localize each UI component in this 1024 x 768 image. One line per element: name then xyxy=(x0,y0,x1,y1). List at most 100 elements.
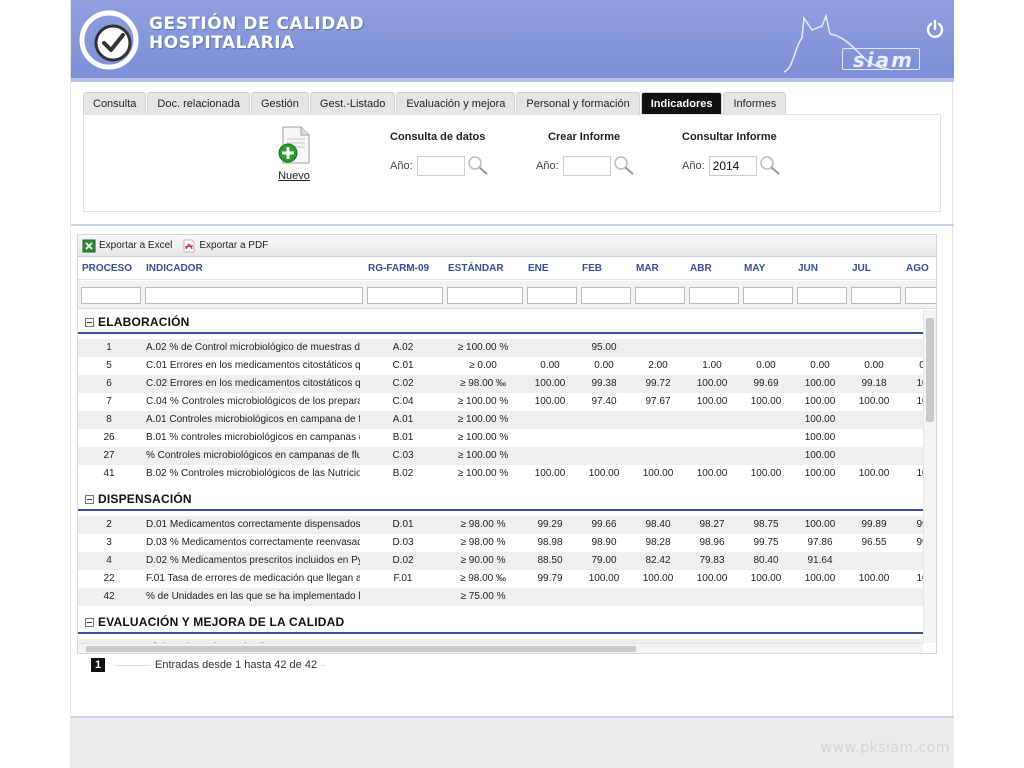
cell-indicador: % de Unidades en las que se ha implement… xyxy=(146,591,360,602)
cell-mar xyxy=(632,588,684,606)
cell-ene: 100.00 xyxy=(534,468,566,479)
group-header[interactable]: ELABORACIÓN xyxy=(78,310,923,334)
cell-jun: 97.86 xyxy=(807,537,833,548)
power-icon[interactable] xyxy=(924,18,946,40)
horizontal-scrollbar[interactable] xyxy=(78,643,923,653)
filter-abr[interactable] xyxy=(689,287,739,304)
search-icon[interactable] xyxy=(759,155,781,177)
table-row[interactable]: 4 D.02 % Medicamentos prescritos incluido… xyxy=(78,552,923,570)
cell-proceso: 6 xyxy=(106,378,112,389)
table-row[interactable]: 22 F.01 Tasa de errores de medicación que… xyxy=(78,570,923,588)
collapse-icon[interactable] xyxy=(85,318,94,327)
cell-mar xyxy=(632,339,684,357)
tab-gest-listado[interactable]: Gest.-Listado xyxy=(309,92,396,114)
cell-indicador: B.02 % Controles microbiológicos de las … xyxy=(146,468,360,479)
column-header-jun[interactable]: JUN xyxy=(794,258,846,280)
table-row[interactable]: 2 D.01 Medicamentos correctamente dispens… xyxy=(78,516,923,534)
table-row[interactable]: 7 C.04 % Controles microbiológicos de los… xyxy=(78,393,923,411)
group-header[interactable]: DISPENSACIÓN xyxy=(78,487,923,511)
cell-ene: 98.98 xyxy=(537,537,563,548)
column-header-proceso[interactable]: PROCESO xyxy=(78,258,140,280)
cell-jul: 99.89 xyxy=(861,519,887,530)
new-link[interactable]: Nuevo xyxy=(274,170,314,182)
new-document-icon[interactable] xyxy=(277,125,311,165)
footer: www.pksiam.com xyxy=(71,716,954,768)
new-indicator[interactable]: Nuevo xyxy=(274,125,314,182)
filter-jun[interactable] xyxy=(797,287,847,304)
tab-consulta[interactable]: Consulta xyxy=(83,92,147,114)
vertical-scrollbar[interactable] xyxy=(923,310,936,643)
tab-doc-relacionada[interactable]: Doc. relacionada xyxy=(147,92,250,114)
table-row[interactable]: 1 A.02 % de Control microbiológico de mue… xyxy=(78,339,923,357)
consultar-year-input[interactable] xyxy=(708,156,757,176)
table-row[interactable]: 5 C.01 Errores en los medicamentos citost… xyxy=(78,357,923,375)
table-row[interactable]: 8 A.01 Controles microbiológicos en campa… xyxy=(78,411,923,429)
cell-estandar: ≥ 100.00 % xyxy=(457,432,509,443)
filter-estandar[interactable] xyxy=(447,287,523,304)
tab-personal-y-formación[interactable]: Personal y formación xyxy=(516,92,640,114)
cell-abr xyxy=(686,411,738,429)
table-row[interactable]: 41 B.02 % Controles microbiológicos de la… xyxy=(78,465,923,483)
column-header-rg[interactable]: RG-FARM-09 xyxy=(364,258,442,280)
cell-abr: 1.00 xyxy=(702,360,722,371)
search-icon[interactable] xyxy=(613,155,635,177)
column-header-jul[interactable]: JUL xyxy=(848,258,900,280)
column-header-estandar[interactable]: ESTÁNDAR xyxy=(444,258,522,280)
filter-ene[interactable] xyxy=(527,287,577,304)
consultar-year-label: Año: xyxy=(682,160,705,172)
export-pdf-button[interactable]: Exportar a PDF xyxy=(182,239,268,253)
table-row[interactable]: 6 C.02 Errores en los medicamentos citost… xyxy=(78,375,923,393)
cell-proceso: 41 xyxy=(103,468,115,479)
cell-mar: 98.28 xyxy=(645,537,671,548)
column-header-may[interactable]: MAY xyxy=(740,258,792,280)
cell-proceso: 2 xyxy=(106,519,112,530)
tab-indicadores[interactable]: Indicadores xyxy=(640,92,723,114)
column-headers: PROCESO INDICADOR RG-FARM-09 ESTÁNDAR ENE FEB… xyxy=(78,258,936,280)
column-header-ene[interactable]: ENE xyxy=(524,258,576,280)
table-row[interactable]: 42 % de Unidades en las que se ha impleme… xyxy=(78,588,923,606)
search-icon[interactable] xyxy=(467,155,489,177)
cell-jun xyxy=(794,339,846,357)
cell-abr: 100.00 xyxy=(696,573,728,584)
group-title: ELABORACIÓN xyxy=(98,315,190,329)
filter-jul[interactable] xyxy=(851,287,901,304)
cell-indicador: D.01 Medicamentos correctamente dispensa… xyxy=(146,519,360,530)
table-row[interactable]: 27 % Controles microbiológicos en campana… xyxy=(78,447,923,465)
collapse-icon[interactable] xyxy=(85,618,94,627)
column-header-mar[interactable]: MAR xyxy=(632,258,684,280)
filter-ago[interactable] xyxy=(905,287,936,304)
cell-ene xyxy=(524,429,576,447)
cell-ene xyxy=(524,339,576,357)
collapse-icon[interactable] xyxy=(85,495,94,504)
cell-ene: 99.29 xyxy=(537,519,563,530)
column-header-feb[interactable]: FEB xyxy=(578,258,630,280)
tab-gestión[interactable]: Gestión xyxy=(250,92,309,114)
cell-feb: 98.90 xyxy=(591,537,617,548)
column-header-ago[interactable]: AGO xyxy=(902,258,936,280)
export-excel-button[interactable]: Exportar a Excel xyxy=(82,239,172,253)
crear-year-input[interactable] xyxy=(562,156,611,176)
filter-may[interactable] xyxy=(743,287,793,304)
column-header-indicador[interactable]: INDICADOR xyxy=(142,258,362,280)
vertical-scroll-thumb[interactable] xyxy=(926,318,934,422)
tab-informes[interactable]: Informes xyxy=(723,92,787,114)
group-header[interactable]: EVALUACIÓN Y MEJORA DE LA CALIDAD xyxy=(78,610,923,634)
filter-rg[interactable] xyxy=(367,287,443,304)
consulta-year-input[interactable] xyxy=(416,156,465,176)
filter-indicador[interactable] xyxy=(145,287,363,304)
table-row[interactable]: 3 D.03 % Medicamentos correctamente reenv… xyxy=(78,534,923,552)
column-header-abr[interactable]: ABR xyxy=(686,258,738,280)
filter-feb[interactable] xyxy=(581,287,631,304)
cell-feb xyxy=(578,447,630,465)
table-row[interactable]: 26 B.01 % controles microbiológicos en ca… xyxy=(78,429,923,447)
page-button[interactable]: 1 xyxy=(91,658,105,672)
filter-proceso[interactable] xyxy=(81,287,141,304)
filter-mar[interactable] xyxy=(635,287,685,304)
cell-estandar: ≥ 100.00 % xyxy=(457,468,509,479)
tab-evaluación-y-mejora[interactable]: Evaluación y mejora xyxy=(396,92,516,114)
cell-feb: 97.40 xyxy=(591,396,617,407)
cell-jul xyxy=(848,429,900,447)
crear-year-label: Año: xyxy=(536,160,559,172)
horizontal-scroll-thumb[interactable] xyxy=(86,646,636,652)
app-frame: GESTIÓN DE CALIDAD HOSPITALARIA siam Con… xyxy=(70,0,954,768)
